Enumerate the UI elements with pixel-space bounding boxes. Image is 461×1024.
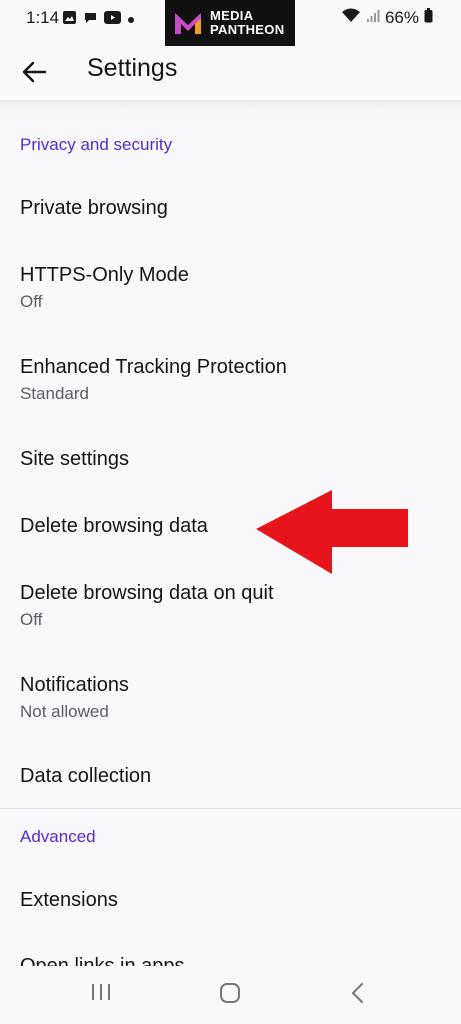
setting-notifications[interactable]: Notifications Not allowed — [0, 673, 461, 723]
setting-delete-on-quit[interactable]: Delete browsing data on quit Off — [0, 581, 461, 631]
logo-line1: MEDIA — [210, 8, 254, 23]
app-bar: Settings — [0, 46, 461, 102]
battery-icon — [424, 8, 433, 28]
recent-apps-icon — [92, 984, 110, 1000]
image-icon — [62, 10, 77, 30]
media-pantheon-logo: MEDIA PANTHEON — [165, 0, 295, 46]
setting-site-settings[interactable]: Site settings — [0, 447, 461, 471]
setting-subtitle: Not allowed — [20, 702, 109, 721]
system-nav-bar — [0, 966, 461, 1024]
chat-icon — [83, 10, 98, 30]
back-button[interactable] — [18, 56, 50, 88]
back-arrow-icon — [22, 61, 47, 83]
dot-icon — [127, 11, 135, 29]
annotation-arrow-icon — [256, 490, 410, 581]
notification-icons — [62, 10, 135, 30]
setting-subtitle: Off — [20, 292, 43, 311]
setting-https-only[interactable]: HTTPS-Only Mode Off — [0, 263, 461, 313]
app-bar-shadow — [0, 100, 461, 116]
setting-title: Delete browsing data on quit — [20, 582, 274, 604]
section-header-privacy: Privacy and security — [20, 135, 173, 154]
setting-data-collection[interactable]: Data collection — [0, 764, 461, 788]
signal-icon — [366, 8, 380, 28]
section-divider — [0, 808, 461, 809]
setting-title: Extensions — [20, 889, 118, 911]
setting-title: HTTPS-Only Mode — [20, 264, 189, 286]
recent-apps-button[interactable] — [90, 982, 112, 1002]
setting-title: Site settings — [20, 448, 129, 470]
setting-tracking-protection[interactable]: Enhanced Tracking Protection Standard — [0, 355, 461, 405]
setting-subtitle: Standard — [20, 384, 89, 403]
wifi-icon — [341, 8, 361, 28]
setting-extensions[interactable]: Extensions — [0, 888, 461, 912]
home-button[interactable] — [219, 982, 241, 1004]
youtube-icon — [104, 11, 121, 29]
setting-title: Notifications — [20, 674, 129, 696]
status-time: 1:14 — [26, 8, 60, 27]
setting-title: Enhanced Tracking Protection — [20, 356, 287, 378]
battery-percent: 66% — [384, 8, 419, 27]
system-icons: 66% — [341, 8, 433, 28]
section-header-advanced: Advanced — [20, 827, 96, 846]
page-title: Settings — [87, 54, 178, 82]
setting-private-browsing[interactable]: Private browsing — [0, 196, 461, 220]
system-back-button[interactable] — [350, 982, 366, 1004]
logo-mark-icon — [175, 13, 201, 34]
logo-line2: PANTHEON — [210, 22, 285, 37]
setting-title: Private browsing — [20, 197, 168, 219]
setting-title: Data collection — [20, 765, 152, 787]
home-icon — [220, 983, 240, 1003]
chevron-left-icon — [352, 983, 363, 1003]
setting-subtitle: Off — [20, 610, 43, 629]
